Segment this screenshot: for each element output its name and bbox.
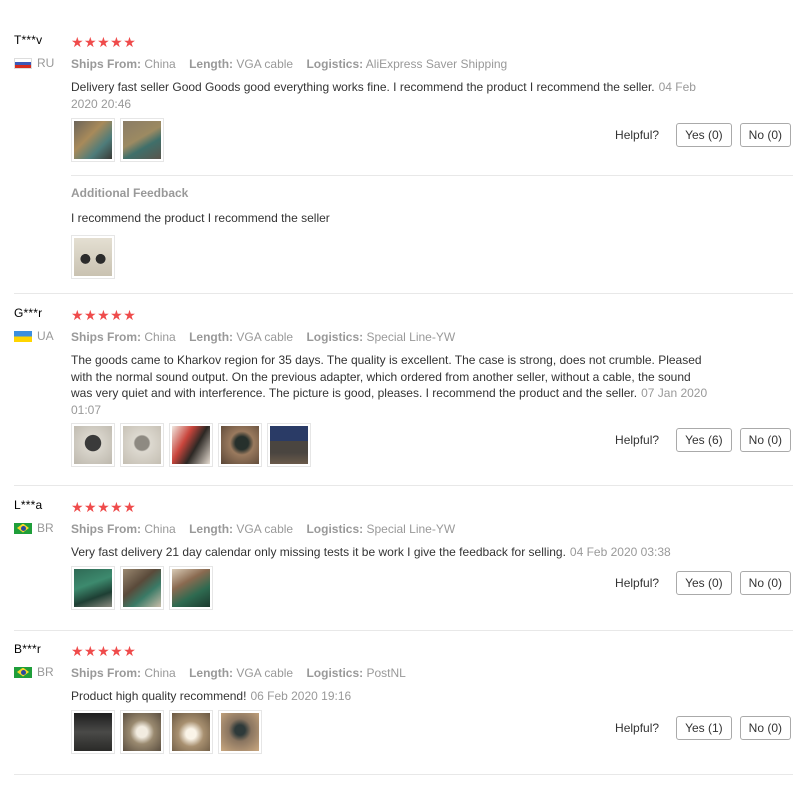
logistics-label: Logistics: [306,330,364,344]
review-text: Product high quality recommend! 06 Feb 20… [71,688,711,705]
review-photo[interactable] [169,710,213,754]
country-code: BR [37,521,54,535]
helpful-yes-button[interactable]: Yes (0) [676,571,732,595]
ships-from-label: Ships From: [71,57,142,71]
logistics-label: Logistics: [306,57,364,71]
helpful-no-button[interactable]: No (0) [739,571,791,595]
review-body: Very fast delivery 21 day calendar only … [71,545,566,559]
length-value: VGA cable [236,57,294,71]
order-info: Ships From: China Length: VGA cable Logi… [71,57,791,71]
review-body: The goods came to Kharkov region for 35 … [71,353,702,400]
review-photo[interactable] [218,423,262,467]
review-photo[interactable] [120,423,164,467]
reviewer-name: G***r [14,306,43,320]
star-rating: ★★★★★ [71,499,137,515]
logistics-value: Special Line-YW [366,330,456,344]
divider [14,774,793,775]
reviewer-name: L***a [14,498,43,512]
country-code: UA [37,329,54,343]
review-photos [71,710,262,754]
logistics-value: Special Line-YW [366,522,456,536]
review-photo[interactable] [71,710,115,754]
review-photo[interactable] [218,710,262,754]
review-date: 04 Feb 2020 03:38 [569,545,671,559]
helpful-vote: Helpful? Yes (0) No (0) [615,123,791,147]
review-photo[interactable] [71,566,115,610]
ships-from-value: China [144,57,176,71]
length-label: Length: [189,522,234,536]
review-photos [71,566,213,610]
helpful-vote: Helpful? Yes (6) No (0) [615,428,791,452]
helpful-no-button[interactable]: No (0) [739,716,791,740]
additional-feedback-text: I recommend the product I recommend the … [71,211,330,225]
logistics-value: AliExpress Saver Shipping [365,57,508,71]
ships-from-value: China [144,522,176,536]
order-info: Ships From: China Length: VGA cable Logi… [71,666,791,680]
ships-from-label: Ships From: [71,330,142,344]
star-rating: ★★★★★ [71,34,137,50]
review-photo[interactable] [71,423,115,467]
review-photos [71,118,164,162]
divider [14,630,793,631]
divider [71,175,793,176]
helpful-no-button[interactable]: No (0) [739,123,791,147]
ships-from-value: China [144,666,176,680]
country-code: RU [37,56,55,70]
order-info: Ships From: China Length: VGA cable Logi… [71,522,791,536]
country-code: BR [37,665,54,679]
review-photo[interactable] [267,423,311,467]
length-value: VGA cable [236,666,294,680]
divider [14,485,793,486]
logistics-label: Logistics: [306,522,364,536]
review-photo[interactable] [169,566,213,610]
review-photo[interactable] [120,710,164,754]
review-photo[interactable] [169,423,213,467]
reviewer-name: B***r [14,642,42,656]
logistics-value: PostNL [366,666,406,680]
star-rating: ★★★★★ [71,643,137,659]
ships-from-label: Ships From: [71,666,142,680]
review-photo[interactable] [71,118,115,162]
length-label: Length: [189,330,234,344]
additional-feedback-title: Additional Feedback [71,186,189,200]
review-photos [71,423,311,467]
additional-photos [71,235,115,279]
helpful-label: Helpful? [615,128,660,142]
review-photo[interactable] [71,235,115,279]
brazil-flag-icon [14,666,32,678]
divider [14,293,793,294]
ukraine-flag-icon [14,330,32,342]
review-photo[interactable] [120,118,164,162]
helpful-yes-button[interactable]: Yes (6) [676,428,732,452]
review-photo[interactable] [120,566,164,610]
helpful-no-button[interactable]: No (0) [739,428,791,452]
ships-from-label: Ships From: [71,522,142,536]
reviewer-name: T***v [14,33,43,47]
helpful-yes-button[interactable]: Yes (0) [676,123,732,147]
length-label: Length: [189,57,234,71]
length-value: VGA cable [236,330,294,344]
review-text: Delivery fast seller Good Goods good eve… [71,79,711,112]
helpful-label: Helpful? [615,721,660,735]
helpful-label: Helpful? [615,576,660,590]
review-body: Product high quality recommend! [71,689,247,703]
helpful-vote: Helpful? Yes (0) No (0) [615,571,791,595]
length-value: VGA cable [236,522,294,536]
ships-from-value: China [144,330,176,344]
star-rating: ★★★★★ [71,307,137,323]
brazil-flag-icon [14,522,32,534]
logistics-label: Logistics: [306,666,364,680]
helpful-vote: Helpful? Yes (1) No (0) [615,716,791,740]
review-text: The goods came to Kharkov region for 35 … [71,352,711,418]
russia-flag-icon [14,57,32,69]
order-info: Ships From: China Length: VGA cable Logi… [71,330,791,344]
review-text: Very fast delivery 21 day calendar only … [71,544,771,561]
helpful-yes-button[interactable]: Yes (1) [676,716,732,740]
helpful-label: Helpful? [615,433,660,447]
review-date: 06 Feb 2020 19:16 [250,689,352,703]
review-body: Delivery fast seller Good Goods good eve… [71,80,655,94]
length-label: Length: [189,666,234,680]
